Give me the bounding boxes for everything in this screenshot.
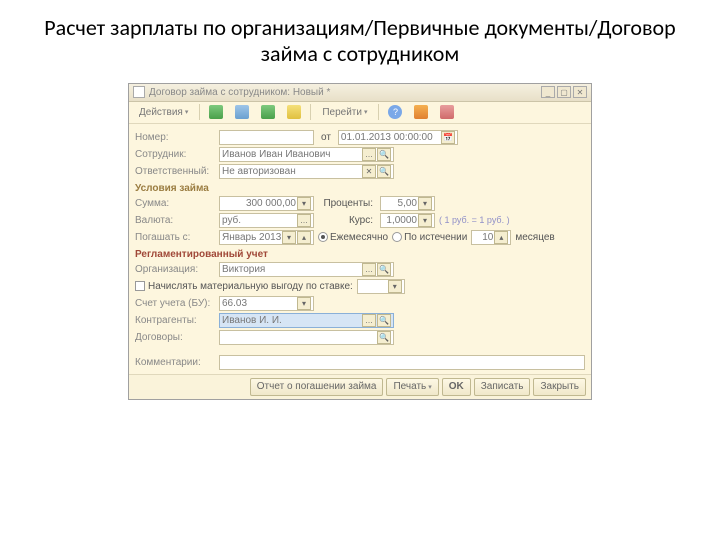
contr-label: Контрагенты: — [135, 315, 215, 326]
radio-icon — [392, 232, 402, 242]
help-icon[interactable]: ? — [383, 103, 407, 121]
calc-icon[interactable]: ▾ — [297, 197, 311, 210]
app-window: Договор займа с сотрудником: Новый * _ ▢… — [128, 83, 592, 400]
open-icon[interactable]: 🔍 — [377, 331, 391, 344]
checkbox-icon — [135, 281, 145, 291]
regl-title: Регламентированный учет — [135, 249, 585, 260]
save-button[interactable]: Записать — [474, 378, 531, 396]
close-form-button[interactable]: Закрыть — [533, 378, 586, 396]
ok-button[interactable]: OK — [442, 378, 471, 396]
calc-icon[interactable]: ▾ — [418, 197, 432, 210]
currency-input[interactable]: руб. … — [219, 213, 314, 228]
percent-label: Проценты: — [318, 198, 373, 209]
close-button[interactable]: ✕ — [573, 86, 587, 98]
toolbar-icon-1[interactable] — [204, 103, 228, 121]
minimize-button[interactable]: _ — [541, 86, 555, 98]
select-icon[interactable]: … — [362, 148, 376, 161]
dog-input[interactable]: 🔍 — [219, 330, 394, 345]
print-button[interactable]: Печать — [386, 378, 438, 396]
radio-monthly[interactable]: Ежемесячно — [318, 232, 388, 243]
dog-label: Договоры: — [135, 332, 215, 343]
toolbar: Действия Перейти ? — [129, 102, 591, 124]
clear-icon[interactable]: ✕ — [362, 165, 376, 178]
goto-menu[interactable]: Перейти — [315, 103, 374, 121]
responsible-input[interactable]: Не авторизован ✕ 🔍 — [219, 164, 394, 179]
window-title: Договор займа с сотрудником: Новый * — [149, 87, 539, 98]
acc-label: Счет учета (БУ): — [135, 298, 215, 309]
open-icon[interactable]: 🔍 — [377, 148, 391, 161]
calendar-icon[interactable]: 📅 — [441, 131, 455, 144]
number-input[interactable] — [219, 130, 314, 145]
toolbar-separator — [199, 104, 200, 120]
comment-label: Комментарии: — [135, 357, 215, 368]
rate-note: ( 1 руб. = 1 руб. ) — [439, 215, 510, 225]
radio-monthly-label: Ежемесячно — [330, 232, 388, 243]
toolbar-icon-4[interactable] — [282, 103, 306, 121]
toolbar-icon-6[interactable] — [435, 103, 459, 121]
open-icon[interactable]: 🔍 — [377, 263, 391, 276]
spinner-icon[interactable]: ▴ — [494, 231, 508, 244]
dropdown-icon[interactable]: ▾ — [282, 231, 296, 244]
dropdown-icon[interactable]: ▾ — [388, 280, 402, 293]
select-icon[interactable]: … — [362, 314, 376, 327]
comment-input[interactable] — [219, 355, 585, 370]
document-icon — [133, 86, 145, 98]
sum-label: Сумма: — [135, 198, 215, 209]
date-input[interactable]: 01.01.2013 00:00:00 📅 — [338, 130, 458, 145]
open-icon[interactable]: 🔍 — [377, 314, 391, 327]
titlebar: Договор займа с сотрудником: Новый * _ ▢… — [129, 84, 591, 102]
radio-at-end[interactable]: По истечении — [392, 232, 467, 243]
tax-rate-input[interactable]: ▾ — [357, 279, 405, 294]
toolbar-separator — [310, 104, 311, 120]
toolbar-icon-3[interactable] — [256, 103, 280, 121]
number-label: Номер: — [135, 132, 215, 143]
toolbar-separator — [378, 104, 379, 120]
footer: Отчет о погашении займа Печать OK Записа… — [129, 374, 591, 399]
toolbar-icon-5[interactable] — [409, 103, 433, 121]
repay-input[interactable]: Январь 2013 ▾ ▴ — [219, 230, 314, 245]
employee-input[interactable]: Иванов Иван Иванович … 🔍 — [219, 147, 394, 162]
rate-label: Курс: — [318, 215, 373, 226]
months-label: месяцев — [515, 232, 554, 243]
maximize-button[interactable]: ▢ — [557, 86, 571, 98]
form-body: Номер: от 01.01.2013 00:00:00 📅 Сотрудни… — [129, 124, 591, 374]
months-input[interactable]: 10 ▴ — [471, 230, 511, 245]
terms-title: Условия займа — [135, 183, 585, 194]
tax-checkbox-label: Начислять материальную выгоду по ставке: — [148, 281, 353, 292]
org-input[interactable]: Виктория … 🔍 — [219, 262, 394, 277]
responsible-label: Ответственный: — [135, 166, 215, 177]
tax-checkbox[interactable]: Начислять материальную выгоду по ставке: — [135, 281, 353, 292]
acc-input[interactable]: 66.03 ▾ — [219, 296, 314, 311]
radio-at-end-label: По истечении — [404, 232, 467, 243]
open-icon[interactable]: 🔍 — [377, 165, 391, 178]
page-heading: Расчет зарплаты по организациям/Первичны… — [40, 15, 680, 68]
select-icon[interactable]: … — [362, 263, 376, 276]
actions-menu[interactable]: Действия — [132, 103, 195, 121]
repay-label: Погашать с: — [135, 232, 215, 243]
contr-input[interactable]: Иванов И. И. … 🔍 — [219, 313, 394, 328]
spinner-icon[interactable]: ▴ — [297, 231, 311, 244]
sum-input[interactable]: 300 000,00 ▾ — [219, 196, 314, 211]
percent-input[interactable]: 5,00 ▾ — [380, 196, 435, 211]
toolbar-icon-2[interactable] — [230, 103, 254, 121]
radio-icon — [318, 232, 328, 242]
date-label: от — [321, 132, 331, 143]
calc-icon[interactable]: ▾ — [418, 214, 432, 227]
org-label: Организация: — [135, 264, 215, 275]
select-icon[interactable]: … — [297, 214, 311, 227]
report-button[interactable]: Отчет о погашении займа — [250, 378, 384, 396]
dropdown-icon[interactable]: ▾ — [297, 297, 311, 310]
currency-label: Валюта: — [135, 215, 215, 226]
rate-input[interactable]: 1,0000 ▾ — [380, 213, 435, 228]
employee-label: Сотрудник: — [135, 149, 215, 160]
